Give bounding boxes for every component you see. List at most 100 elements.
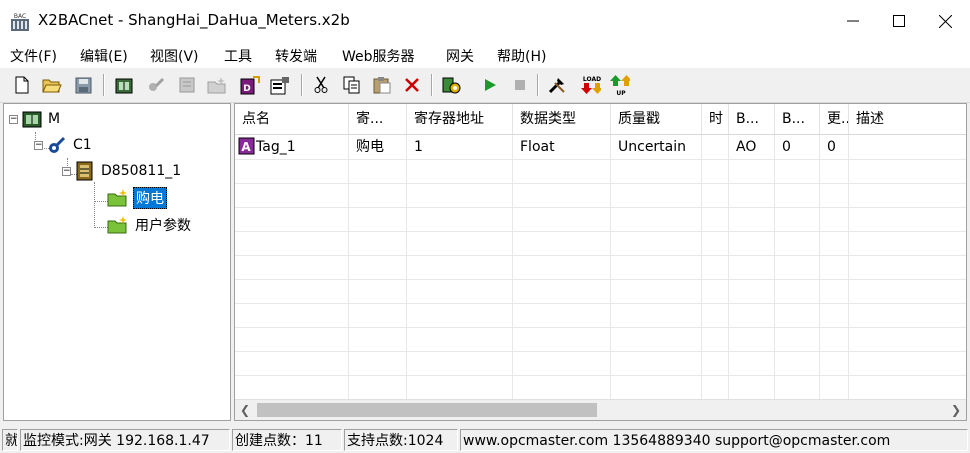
properties-button[interactable] xyxy=(270,75,290,95)
folder-star-icon xyxy=(107,216,127,234)
scroll-left-icon[interactable]: ❮ xyxy=(235,400,255,420)
scrollbar-thumb[interactable] xyxy=(257,403,597,417)
tree-label-device: D850811_1 xyxy=(101,163,182,179)
stop-button[interactable] xyxy=(510,75,530,95)
upload-button[interactable]: UP xyxy=(610,75,630,96)
status-supported-count: 支持点数:1024 xyxy=(344,429,458,451)
cell-update: 0 xyxy=(820,135,849,159)
cell-b2: 0 xyxy=(775,135,820,159)
toolbar: D LOAD UP xyxy=(0,68,970,103)
empty-row xyxy=(235,303,966,328)
horizontal-scrollbar[interactable]: ❮ ❯ xyxy=(235,399,966,420)
copy-icon xyxy=(343,76,360,94)
status-bar: 就 监控模式:网关 192.168.1.47 创建点数：11 支持点数:1024… xyxy=(0,427,970,453)
tree-label-group-2: 用户参数 xyxy=(135,218,191,234)
meter-icon xyxy=(22,111,42,128)
maximize-button[interactable] xyxy=(876,0,922,42)
add-group-button[interactable] xyxy=(207,75,227,95)
status-contact: www.opcmaster.com 13564889340 support@op… xyxy=(460,429,968,451)
menu-web-server[interactable]: Web服务器 xyxy=(342,46,415,66)
tag-table: 点名 寄... 寄存器地址 数据类型 质量戳 时 B... B... 更... … xyxy=(234,103,967,421)
add-device-button[interactable] xyxy=(114,75,134,95)
device-props-button[interactable]: D xyxy=(240,75,260,95)
open-button[interactable] xyxy=(42,75,62,95)
column-header-desc[interactable]: 描述 xyxy=(849,104,966,134)
stop-icon xyxy=(515,80,525,90)
cell-quality: Uncertain xyxy=(611,135,702,159)
column-header-time[interactable]: 时 xyxy=(702,104,729,134)
device-props-icon: D xyxy=(240,75,260,94)
cut-icon xyxy=(314,76,328,93)
menu-forwarder[interactable]: 转发端 xyxy=(275,46,317,66)
monitor-icon xyxy=(442,77,461,94)
tree-node-group-selected[interactable]: 购电 xyxy=(107,187,167,209)
column-header-address[interactable]: 寄存器地址 xyxy=(407,104,513,134)
close-button[interactable] xyxy=(922,0,968,42)
add-channel-button[interactable] xyxy=(146,75,166,95)
menu-help[interactable]: 帮助(H) xyxy=(497,46,546,66)
cut-button[interactable] xyxy=(311,75,331,95)
new-button[interactable] xyxy=(12,75,32,95)
menu-file[interactable]: 文件(F) xyxy=(10,46,57,66)
folder-star-icon xyxy=(107,189,127,207)
table-row[interactable]: A Tag_1 购电 1 Float Uncertain AO 0 0 xyxy=(235,135,966,160)
run-icon xyxy=(485,79,496,91)
empty-row xyxy=(235,327,966,352)
table-header: 点名 寄... 寄存器地址 数据类型 质量戳 时 B... B... 更... … xyxy=(235,104,966,135)
empty-row xyxy=(235,255,966,280)
paste-icon xyxy=(373,77,391,94)
minimize-button[interactable] xyxy=(830,0,876,42)
load-button[interactable]: LOAD xyxy=(581,75,601,95)
column-header-type[interactable]: 数据类型 xyxy=(513,104,611,134)
title-bar: BAC X2BACnet - ShangHai_DaHua_Meters.x2b xyxy=(0,0,970,42)
tree-label-group-1: 购电 xyxy=(133,187,167,209)
tools-button[interactable] xyxy=(547,75,567,95)
save-icon xyxy=(75,77,91,93)
tree-node-root[interactable]: − M xyxy=(9,109,62,129)
monitor-button[interactable] xyxy=(441,75,461,95)
paste-button[interactable] xyxy=(372,75,392,95)
menu-view[interactable]: 视图(V) xyxy=(150,46,199,66)
status-mode: 监控模式:网关 192.168.1.47 xyxy=(20,429,230,451)
scroll-right-icon[interactable]: ❯ xyxy=(946,400,966,420)
column-header-update[interactable]: 更... xyxy=(820,104,849,134)
delete-button[interactable] xyxy=(402,75,422,95)
empty-row xyxy=(235,375,966,400)
menu-edit[interactable]: 编辑(E) xyxy=(80,46,128,66)
device-icon xyxy=(76,161,93,181)
menu-gateway[interactable]: 网关 xyxy=(446,46,474,66)
column-header-name[interactable]: 点名 xyxy=(235,104,349,134)
collapse-icon[interactable]: − xyxy=(34,140,43,150)
copy-button[interactable] xyxy=(342,75,362,95)
add-tag-icon xyxy=(179,77,195,93)
cell-type: Float xyxy=(513,135,611,159)
upload-icon: UP xyxy=(610,75,630,96)
column-header-quality[interactable]: 质量戳 xyxy=(611,104,702,134)
menu-tools[interactable]: 工具 xyxy=(224,46,252,66)
column-header-register[interactable]: 寄... xyxy=(349,104,407,134)
properties-icon xyxy=(270,76,289,94)
cell-name: Tag_1 xyxy=(256,139,296,155)
new-icon xyxy=(15,76,29,94)
tree-node-channel[interactable]: − C1 xyxy=(34,135,94,155)
empty-row xyxy=(235,207,966,232)
add-tag-button[interactable] xyxy=(177,75,197,95)
cell-register: 购电 xyxy=(349,135,407,159)
tree-node-group[interactable]: 用户参数 xyxy=(107,215,193,235)
delete-icon xyxy=(405,78,419,92)
add-device-icon xyxy=(115,78,133,94)
empty-row xyxy=(235,159,966,184)
tree-label-channel: C1 xyxy=(73,137,92,153)
collapse-icon[interactable]: − xyxy=(62,166,71,176)
collapse-icon[interactable]: − xyxy=(9,114,18,124)
run-button[interactable] xyxy=(480,75,500,95)
column-header-b1[interactable]: B... xyxy=(729,104,775,134)
tree-node-device[interactable]: − D850811_1 xyxy=(62,161,183,181)
cell-b1: AO xyxy=(729,135,775,159)
svg-text:A: A xyxy=(241,140,251,154)
analog-tag-icon: A xyxy=(238,137,255,155)
status-created-count: 创建点数：11 xyxy=(232,429,342,451)
save-button[interactable] xyxy=(73,75,93,95)
minimize-icon xyxy=(847,20,859,22)
column-header-b2[interactable]: B... xyxy=(775,104,820,134)
